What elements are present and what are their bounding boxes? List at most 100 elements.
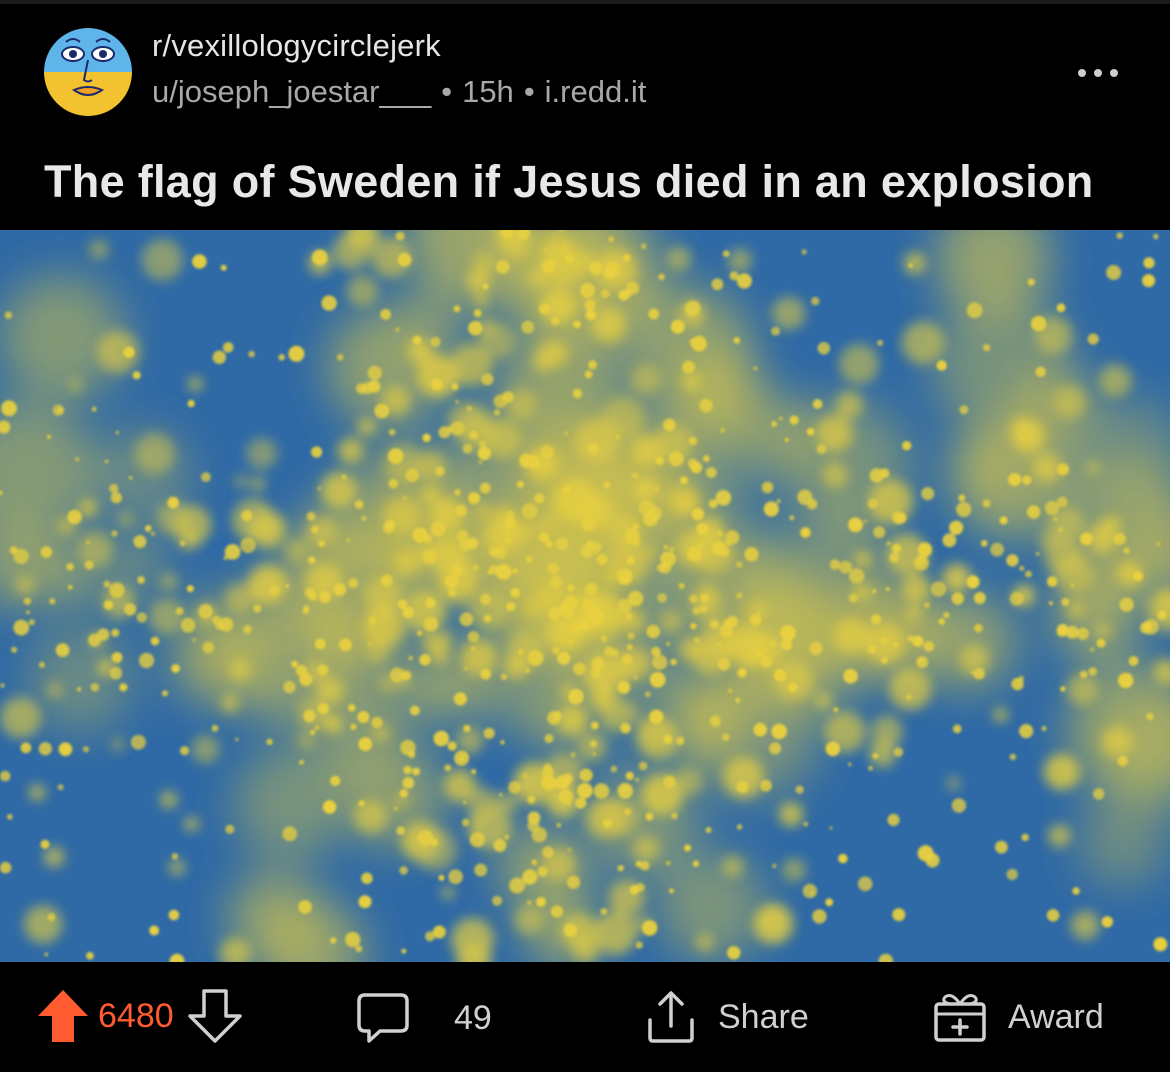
more-options-button[interactable] xyxy=(1078,58,1118,88)
paint-splatter xyxy=(1113,532,1126,546)
paint-splatter xyxy=(192,254,207,269)
share-button[interactable]: Share xyxy=(644,990,809,1044)
paint-splatter xyxy=(626,555,636,565)
post-title[interactable]: The flag of Sweden if Jesus died in an e… xyxy=(44,156,1094,208)
paint-splatter xyxy=(13,619,30,636)
paint-splatter xyxy=(111,628,120,637)
paint-splatter xyxy=(1156,542,1161,546)
award-button[interactable]: Award xyxy=(932,990,1104,1044)
paint-splatter xyxy=(46,434,52,439)
post-domain[interactable]: i.redd.it xyxy=(545,74,647,109)
paint-splatter xyxy=(23,597,32,605)
paint-splatter xyxy=(1053,517,1058,521)
paint-splatter xyxy=(666,246,692,271)
paint-splatter xyxy=(1046,909,1060,922)
paint-splatter xyxy=(756,651,763,658)
paint-splatter xyxy=(57,407,64,414)
paint-splatter xyxy=(246,438,278,470)
paint-splatter xyxy=(773,669,787,682)
paint-splatter xyxy=(119,683,128,692)
paint-splatter xyxy=(757,611,761,615)
paint-splatter xyxy=(538,532,550,543)
paint-splatter xyxy=(7,814,13,820)
paint-splatter xyxy=(47,913,56,922)
paint-splatter xyxy=(691,508,704,521)
comments-button[interactable]: 49 xyxy=(356,992,492,1044)
paint-splatter xyxy=(86,952,94,960)
paint-splatter xyxy=(635,860,642,868)
paint-splatter xyxy=(719,546,730,557)
paint-splatter xyxy=(562,485,572,494)
paint-splatter xyxy=(839,560,853,574)
paint-splatter xyxy=(387,448,404,464)
paint-splatter xyxy=(829,559,841,570)
paint-splatter xyxy=(684,300,701,317)
paint-splatter xyxy=(1026,505,1041,519)
paint-splatter xyxy=(138,652,155,669)
paint-splatter xyxy=(686,546,703,562)
paint-splatter xyxy=(1117,755,1128,767)
paint-splatter xyxy=(825,898,834,907)
paint-splatter xyxy=(430,336,441,347)
paint-splatter xyxy=(446,426,454,433)
paint-splatter xyxy=(591,657,605,671)
paint-splatter xyxy=(44,952,49,957)
vote-count: 6480 xyxy=(98,996,174,1035)
downvote-arrow-icon[interactable] xyxy=(187,988,242,1044)
paint-splatter xyxy=(298,900,312,914)
paint-splatter xyxy=(778,802,804,827)
paint-splatter xyxy=(104,459,109,464)
paint-splatter xyxy=(567,584,575,592)
paint-splatter xyxy=(361,381,375,395)
paint-splatter xyxy=(494,546,507,559)
comment-count: 49 xyxy=(454,998,492,1037)
paint-splatter xyxy=(123,603,137,616)
paint-splatter xyxy=(317,664,329,676)
paint-splatter xyxy=(602,396,646,440)
paint-splatter xyxy=(394,806,398,811)
post-image[interactable] xyxy=(0,230,1170,962)
paint-splatter xyxy=(77,531,114,567)
upvote-arrow-icon[interactable] xyxy=(36,988,90,1044)
paint-splatter xyxy=(47,682,63,698)
paint-splatter xyxy=(432,925,446,939)
paint-splatter xyxy=(134,433,176,474)
paint-splatter xyxy=(585,582,598,596)
paint-splatter xyxy=(202,641,215,654)
paint-splatter xyxy=(500,740,505,745)
paint-splatter xyxy=(169,859,185,875)
paint-splatter xyxy=(817,342,831,355)
subreddit-avatar[interactable] xyxy=(44,28,132,116)
paint-splatter xyxy=(590,684,616,711)
paint-splatter xyxy=(172,505,212,545)
paint-splatter xyxy=(1056,303,1066,313)
paint-splatter xyxy=(594,550,599,555)
paint-splatter xyxy=(388,478,399,489)
paint-splatter xyxy=(149,925,160,936)
paint-splatter xyxy=(736,273,752,289)
paint-splatter xyxy=(645,812,654,821)
paint-splatter xyxy=(148,598,185,635)
vote-group: 6480 xyxy=(36,988,242,1044)
paint-splatter xyxy=(643,544,657,559)
paint-splatter xyxy=(555,537,569,551)
paint-splatter xyxy=(1058,527,1063,532)
paint-splatter xyxy=(904,604,923,623)
paint-splatter xyxy=(816,444,827,455)
subreddit-name[interactable]: r/vexillologycirclejerk xyxy=(152,28,441,64)
paint-splatter xyxy=(1019,565,1025,571)
paint-splatter xyxy=(564,657,569,662)
paint-splatter xyxy=(311,249,328,266)
paint-splatter xyxy=(708,499,718,509)
paint-splatter xyxy=(951,798,967,813)
paint-splatter xyxy=(136,612,147,623)
paint-splatter xyxy=(771,326,780,336)
paint-splatter xyxy=(570,752,576,758)
author-name[interactable]: u/joseph_joestar___ xyxy=(152,74,431,109)
paint-splatter xyxy=(285,583,290,588)
paint-splatter xyxy=(610,649,619,657)
paint-splatter xyxy=(253,604,262,613)
paint-splatter xyxy=(1044,500,1060,516)
paint-splatter xyxy=(617,783,633,799)
paint-splatter xyxy=(1097,624,1110,637)
